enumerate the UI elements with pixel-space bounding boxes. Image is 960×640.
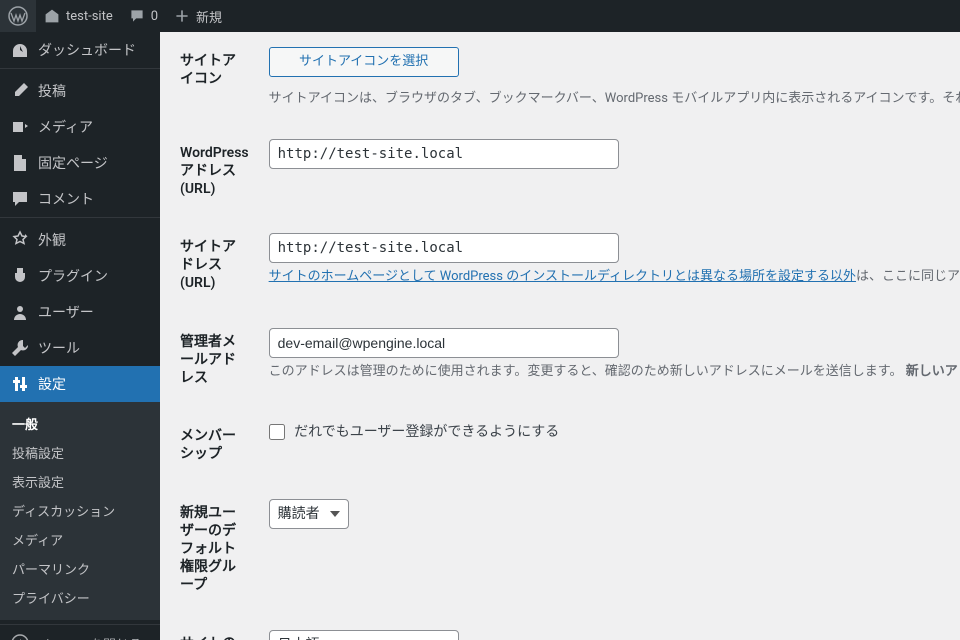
- submenu-item[interactable]: ディスカッション: [0, 496, 160, 525]
- admin-email-input[interactable]: [269, 328, 619, 358]
- label-site-icon: サイトアイコン: [180, 32, 259, 124]
- menu-label: 固定ページ: [38, 153, 108, 173]
- membership-checkbox-label[interactable]: だれでもユーザー登録ができるようにする: [269, 424, 560, 440]
- toolbar-comments[interactable]: 0: [121, 0, 166, 32]
- toolbar-site-link[interactable]: test-site: [36, 0, 121, 32]
- new-label: 新規: [196, 7, 222, 26]
- menu-item-plugins[interactable]: プラグイン: [0, 258, 160, 294]
- label-membership: メンバーシップ: [180, 407, 259, 483]
- plugins-icon: [10, 266, 30, 286]
- submenu-item[interactable]: 一般: [0, 409, 160, 438]
- content-wrap: サイトアイコン サイトアイコンを選択 サイトアイコンは、ブラウザのタブ、ブックマ…: [160, 0, 960, 640]
- dashboard-icon: [10, 40, 30, 60]
- tools-icon: [10, 338, 30, 358]
- pages-icon: [10, 153, 30, 173]
- admin-menu: ダッシュボード投稿メディア固定ページコメント外観プラグインユーザーツール設定一般…: [0, 32, 160, 640]
- appearance-icon: [10, 230, 30, 250]
- menu-label: プラグイン: [38, 266, 108, 286]
- site-name: test-site: [66, 9, 113, 24]
- collapse-icon: [10, 633, 30, 640]
- membership-checkbox[interactable]: [269, 424, 285, 440]
- submenu-item[interactable]: メディア: [0, 525, 160, 554]
- menu-label: コメント: [38, 189, 94, 209]
- membership-checkbox-text: だれでもユーザー登録ができるようにする: [294, 424, 559, 440]
- menu-item-tools[interactable]: ツール: [0, 330, 160, 366]
- menu-item-posts[interactable]: 投稿: [0, 73, 160, 109]
- language-select[interactable]: 日本語: [269, 630, 459, 640]
- menu-item-users[interactable]: ユーザー: [0, 294, 160, 330]
- menu-item-dashboard[interactable]: ダッシュボード: [0, 32, 160, 68]
- toolbar-new[interactable]: 新規: [166, 0, 230, 32]
- submenu-item[interactable]: パーマリンク: [0, 554, 160, 583]
- wp-logo[interactable]: [0, 0, 36, 32]
- users-icon: [10, 302, 30, 322]
- default-role-select[interactable]: 購読者: [269, 499, 349, 529]
- label-siteurl: サイトアドレス (URL): [180, 218, 259, 313]
- menu-item-pages[interactable]: 固定ページ: [0, 145, 160, 181]
- menu-item-comments[interactable]: コメント: [0, 181, 160, 217]
- menu-item-settings[interactable]: 設定: [0, 366, 160, 402]
- site-icon-select-button[interactable]: サイトアイコンを選択: [269, 47, 459, 77]
- submenu-item[interactable]: プライバシー: [0, 583, 160, 612]
- menu-label: 外観: [38, 230, 66, 250]
- label-default-role: 新規ユーザーのデフォルト権限グループ: [180, 484, 259, 615]
- submenu-item[interactable]: 投稿設定: [0, 438, 160, 467]
- collapse-menu[interactable]: メニューを閉じる: [0, 625, 160, 640]
- siteurl-input[interactable]: [269, 233, 619, 263]
- siteurl-after-text: は、ここに同じアドレスを入力してください: [856, 269, 960, 284]
- media-icon: [10, 117, 30, 137]
- submenu-item[interactable]: 表示設定: [0, 467, 160, 496]
- menu-label: メディア: [38, 117, 93, 137]
- menu-label: 投稿: [38, 81, 66, 101]
- siteurl-help-link[interactable]: サイトのホームページとして WordPress のインストールディレクトリとは異…: [269, 269, 856, 284]
- admin-email-desc-b: 新しいアドレスは確認が完了するまで: [906, 364, 960, 379]
- menu-item-media[interactable]: メディア: [0, 109, 160, 145]
- settings-icon: [10, 374, 30, 394]
- posts-icon: [10, 81, 30, 101]
- wpurl-input[interactable]: [269, 139, 619, 169]
- site-icon-desc: サイトアイコンは、ブラウザのタブ、ブックマークバー、WordPress モバイル…: [269, 89, 960, 109]
- comments-count: 0: [151, 9, 158, 24]
- label-language: サイトの言語: [180, 615, 259, 640]
- menu-label: 設定: [38, 374, 66, 394]
- menu-label: ツール: [38, 338, 80, 358]
- menu-label: ダッシュボード: [38, 40, 136, 60]
- admin-email-desc-a: このアドレスは管理のために使用されます。変更すると、確認のため新しいアドレスにメ…: [269, 364, 903, 379]
- admin-toolbar: test-site 0 新規: [0, 0, 960, 32]
- comments-icon: [10, 189, 30, 209]
- label-admin-email: 管理者メールアドレス: [180, 313, 259, 408]
- label-wpurl: WordPress アドレス (URL): [180, 124, 259, 219]
- menu-label: ユーザー: [38, 302, 94, 322]
- menu-item-appearance[interactable]: 外観: [0, 222, 160, 258]
